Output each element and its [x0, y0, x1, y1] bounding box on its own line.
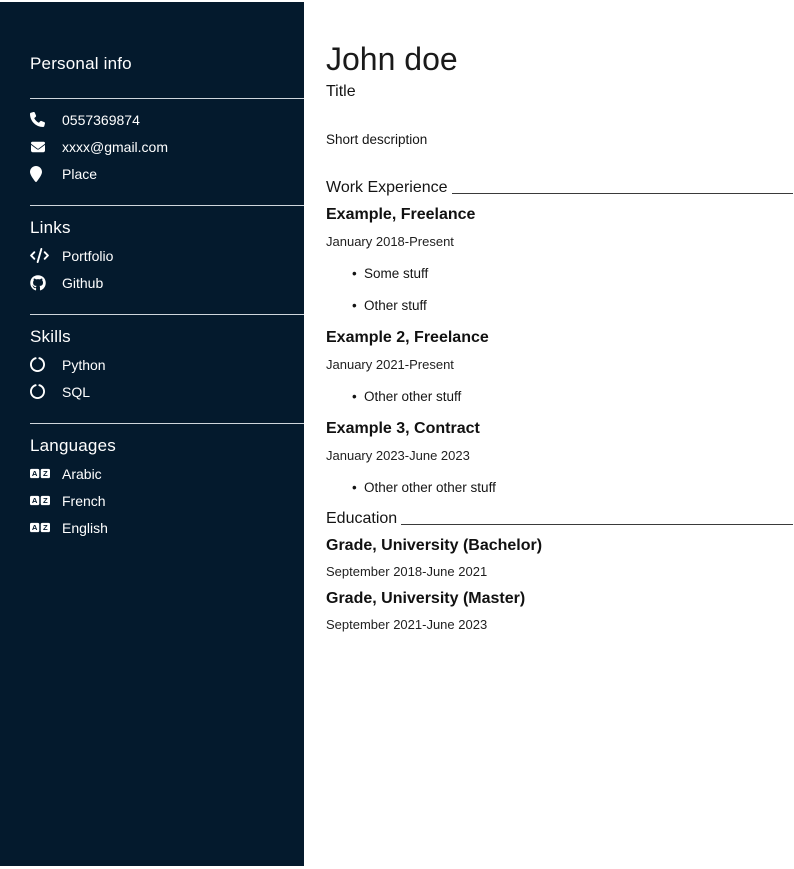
sidebar-section-title-personal-info: Personal info — [30, 54, 304, 74]
circle-notch-icon — [30, 357, 50, 372]
education-heading: Education — [326, 510, 794, 528]
contact-item-place: Place — [30, 160, 304, 187]
education-entry: Grade, University (Bachelor) September 2… — [326, 536, 794, 579]
sidebar-divider — [30, 314, 304, 315]
language-label: Arabic — [62, 466, 102, 482]
github-link-label: Github — [62, 275, 103, 291]
language-label: English — [62, 520, 108, 536]
place-label: Place — [62, 166, 97, 182]
job-bullet: Some stuff — [352, 266, 794, 282]
language-item-english: AZ English — [30, 514, 304, 541]
contact-item-phone: 0557369874 — [30, 106, 304, 133]
degree-title: Grade, University (Bachelor) — [326, 536, 794, 555]
degree-dates: September 2018-June 2021 — [326, 564, 794, 579]
job-bullets: Other other other stuff — [326, 480, 794, 496]
skill-label: SQL — [62, 384, 90, 400]
job-bullet: Other other other stuff — [352, 480, 794, 496]
link-item-portfolio[interactable]: Portfolio — [30, 242, 304, 269]
sidebar: Personal info 0557369874 xxxx@gmail.com … — [0, 2, 304, 866]
section-rule — [401, 524, 793, 525]
job-bullets: Some stuff Other stuff — [326, 266, 794, 314]
svg-text:Z: Z — [43, 523, 48, 532]
job-bullets: Other other stuff — [326, 389, 794, 405]
education-entry: Grade, University (Master) September 202… — [326, 589, 794, 632]
short-description: Short description — [326, 132, 794, 148]
job-role: Example 2, Freelance — [326, 328, 794, 347]
job-bullet: Other other stuff — [352, 389, 794, 405]
svg-text:Z: Z — [43, 469, 48, 478]
language-icon: AZ — [30, 522, 50, 533]
work-experience-heading-label: Work Experience — [326, 179, 448, 197]
job-dates: January 2023-June 2023 — [326, 448, 794, 463]
github-icon — [30, 275, 50, 291]
svg-text:A: A — [32, 496, 38, 505]
language-item-arabic: AZ Arabic — [30, 460, 304, 487]
phone-number: 0557369874 — [62, 112, 140, 128]
job-dates: January 2021-Present — [326, 357, 794, 372]
education-heading-label: Education — [326, 510, 397, 528]
job-role: Example 3, Contract — [326, 419, 794, 438]
candidate-title: Title — [326, 83, 794, 101]
contact-item-email: xxxx@gmail.com — [30, 133, 304, 160]
phone-icon — [30, 112, 50, 127]
sidebar-section-title-languages: Languages — [30, 436, 304, 456]
sidebar-divider — [30, 423, 304, 424]
section-rule — [452, 193, 793, 194]
resume-body: John doe Title Short description Work Ex… — [326, 0, 794, 632]
work-entry: Example 2, Freelance January 2021-Presen… — [326, 328, 794, 405]
location-pin-icon — [30, 166, 50, 182]
sidebar-section-title-links: Links — [30, 218, 304, 238]
email-address: xxxx@gmail.com — [62, 139, 168, 155]
job-dates: January 2018-Present — [326, 234, 794, 249]
language-icon: AZ — [30, 495, 50, 506]
job-bullet: Other stuff — [352, 298, 794, 314]
job-role: Example, Freelance — [326, 205, 794, 224]
skill-label: Python — [62, 357, 106, 373]
degree-dates: September 2021-June 2023 — [326, 617, 794, 632]
work-entry: Example 3, Contract January 2023-June 20… — [326, 419, 794, 496]
skill-item-python: Python — [30, 351, 304, 378]
degree-title: Grade, University (Master) — [326, 589, 794, 608]
circle-notch-icon — [30, 384, 50, 399]
language-label: French — [62, 493, 106, 509]
sidebar-divider — [30, 205, 304, 206]
envelope-icon — [30, 140, 50, 154]
portfolio-link-label: Portfolio — [62, 248, 113, 264]
sidebar-section-title-skills: Skills — [30, 327, 304, 347]
code-icon — [30, 248, 50, 263]
svg-text:A: A — [32, 469, 38, 478]
svg-text:Z: Z — [43, 496, 48, 505]
candidate-name: John doe — [326, 42, 794, 77]
language-icon: AZ — [30, 468, 50, 479]
svg-text:A: A — [32, 523, 38, 532]
work-entry: Example, Freelance January 2018-Present … — [326, 205, 794, 314]
work-experience-heading: Work Experience — [326, 179, 794, 197]
skill-item-sql: SQL — [30, 378, 304, 405]
link-item-github[interactable]: Github — [30, 269, 304, 296]
language-item-french: AZ French — [30, 487, 304, 514]
sidebar-divider — [30, 98, 304, 99]
